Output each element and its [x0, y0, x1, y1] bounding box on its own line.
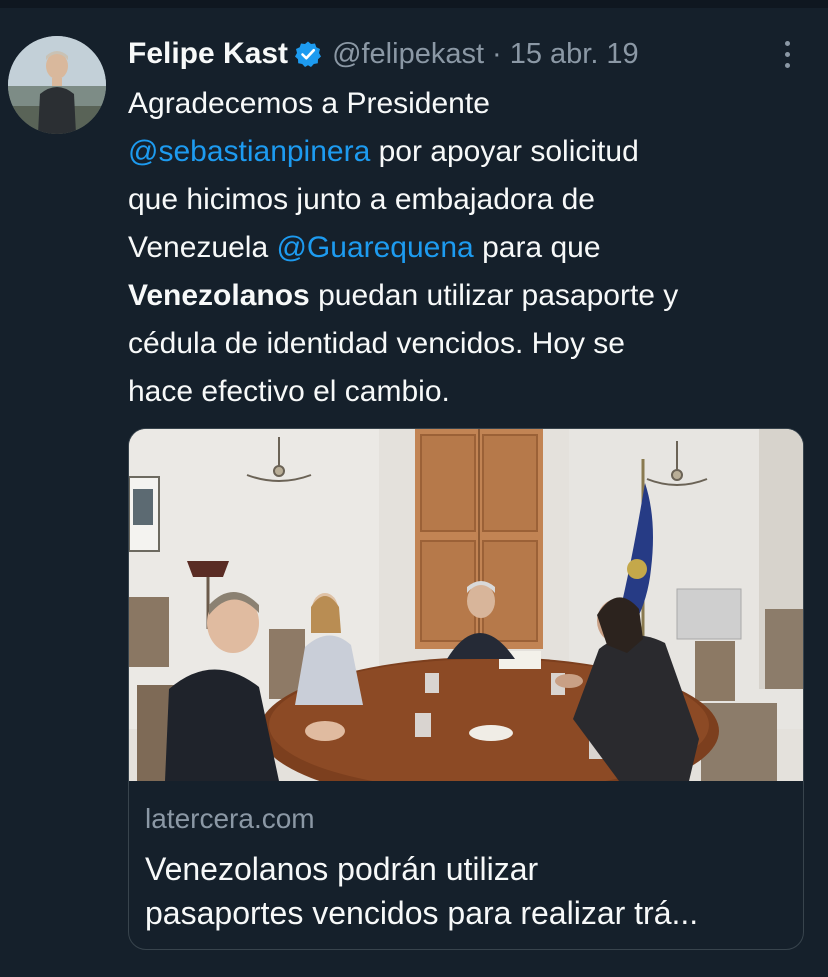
author-avatar[interactable] — [8, 36, 106, 134]
top-edge — [0, 0, 828, 8]
meeting-photo — [129, 429, 803, 781]
tweet-text-line-1: Agradecemos a Presidente — [128, 87, 490, 120]
tweet-text-segment: puedan utilizar pasaporte y — [309, 279, 679, 312]
link-card-title-line-1: Venezolanos podrán utilizar — [145, 851, 539, 887]
tweet-text-line-5: Venezolanos puedan utilizar pasaporte y — [128, 272, 818, 320]
tweet-text: Agradecemos a Presidente @sebastianpiner… — [128, 80, 818, 416]
tweet-text-segment: por apoyar solicitud — [370, 135, 639, 168]
link-card-title: Venezolanos podrán utilizar pasaportes v… — [145, 847, 795, 935]
tweet-text-segment: para que — [473, 231, 601, 264]
mention-guarequena[interactable]: @Guarequena — [276, 231, 473, 264]
tweet-header: Felipe Kast @felipekast · 15 abr. 19 — [128, 32, 639, 76]
link-card-title-line-2: pasaportes vencidos para realizar trá... — [145, 895, 699, 931]
header-separator: · — [492, 37, 502, 70]
tweet-text-line-4: Venezuela @Guarequena para que — [128, 224, 818, 272]
tweet-text-line-7: hace efectivo el cambio. — [128, 375, 450, 408]
tweet-text-segment: Venezuela — [128, 231, 277, 264]
tweet-text-line-6: cédula de identidad vencidos. Hoy se — [128, 327, 625, 360]
author-handle[interactable]: @felipekast — [332, 38, 484, 71]
more-options-icon[interactable] — [772, 36, 802, 72]
avatar-photo — [8, 36, 106, 134]
link-card[interactable]: latercera.com Venezolanos podrán utiliza… — [128, 428, 804, 950]
link-card-domain: latercera.com — [145, 803, 315, 834]
mention-sebastianpinera[interactable]: @sebastianpinera — [128, 135, 370, 168]
author-name[interactable]: Felipe Kast — [128, 37, 288, 71]
tweet-text-line-3: que hicimos junto a embajadora de — [128, 183, 595, 216]
bold-word: Venezolanos — [128, 279, 310, 312]
link-card-image[interactable] — [129, 429, 803, 781]
tweet-date[interactable]: 15 abr. 19 — [510, 38, 639, 71]
tweet-text-line-2: @sebastianpinera por apoyar solicitud — [128, 128, 818, 176]
verified-badge-icon — [294, 40, 322, 68]
